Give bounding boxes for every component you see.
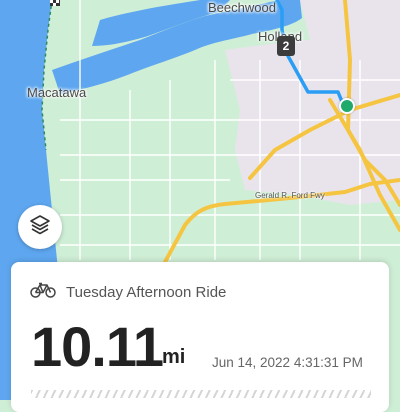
activity-card[interactable]: Tuesday Afternoon Ride 10.11 mi Jun 14, … — [11, 262, 389, 412]
bicycle-icon — [30, 282, 56, 303]
urban-area-north — [300, 0, 400, 40]
lap-marker[interactable]: 2 — [277, 36, 295, 56]
place-label-beechwood: Beechwood — [208, 0, 276, 15]
layers-icon — [28, 213, 52, 242]
place-label-macatawa: Macatawa — [27, 85, 87, 100]
start-flag-icon — [50, 0, 60, 6]
map-layers-button[interactable] — [18, 205, 62, 249]
distance-unit: mi — [162, 346, 186, 368]
activity-header: Tuesday Afternoon Ride — [30, 282, 226, 303]
activity-name: Tuesday Afternoon Ride — [66, 284, 227, 301]
activity-timestamp: Jun 14, 2022 4:31:31 PM — [212, 355, 363, 370]
road-label-freeway: Gerald R. Ford Fwy — [255, 191, 325, 200]
route-end-marker — [339, 98, 355, 114]
card-divider — [31, 390, 371, 398]
distance-value: 10.11 — [31, 315, 164, 378]
